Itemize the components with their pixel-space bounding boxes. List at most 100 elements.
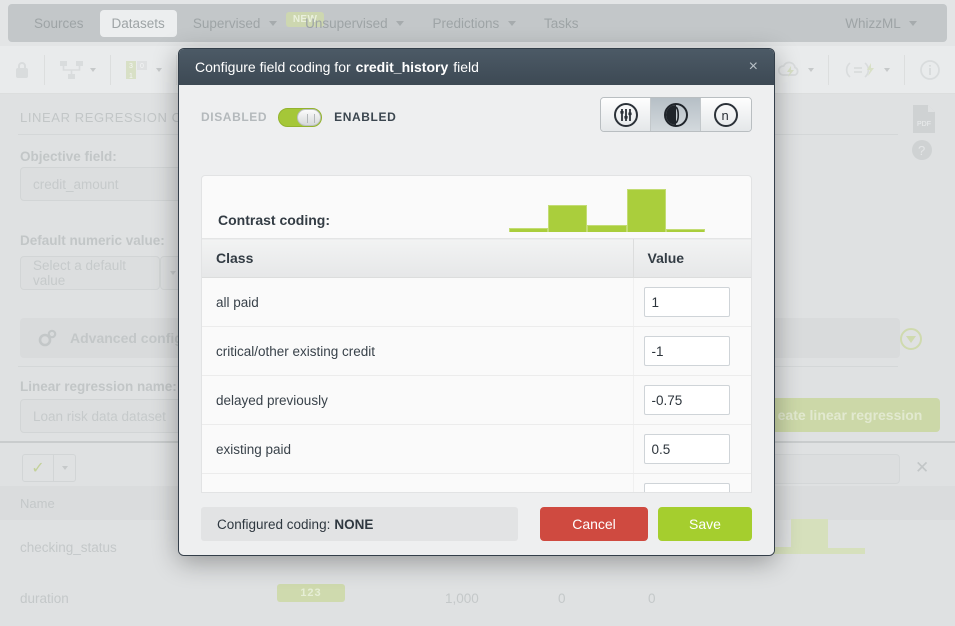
configured-coding-value: NONE [334,516,374,532]
nav-item-predictions[interactable]: Predictions [420,10,528,37]
coding-value-input[interactable] [643,434,730,464]
main-navbar: Sources Datasets Supervised NEW Unsuperv… [8,4,947,42]
chevron-down-icon [156,67,162,72]
gear-icon [36,328,60,348]
help-icon[interactable]: ? [911,139,933,166]
toolbar-split-group[interactable] [45,54,111,85]
row-count: 1,000 [445,591,479,606]
cancel-button[interactable]: Cancel [540,507,648,541]
class-name: critical/other existing credit [202,326,633,376]
lock-icon [14,61,30,79]
svg-text:3: 3 [129,63,133,70]
coding-value-input[interactable] [643,483,730,492]
regression-name-label: Linear regression name: [20,379,177,394]
dialog-body: DISABLED ENABLED n Contrast coding: Clas… [179,85,774,493]
dialog-title-prefix: Configure field coding for [195,59,351,75]
coding-value-input[interactable] [643,385,730,415]
nav-item-sources[interactable]: Sources [22,10,96,37]
default-numeric-input[interactable]: Select a default value [20,256,160,290]
dialog-title-suffix: field [453,59,479,75]
nav-item-datasets[interactable]: Datasets [99,9,177,37]
app-root: Sources Datasets Supervised NEW Unsuperv… [0,0,955,626]
column-header-class: Class [202,238,633,278]
chevron-down-icon [508,21,516,27]
column-header-name: Name [20,496,55,511]
other-coding-icon[interactable]: n [701,98,751,131]
chevron-down-icon [269,21,278,27]
toggle-disabled-label: DISABLED [201,110,268,124]
clear-search-icon[interactable]: ✕ [915,458,929,478]
dialog-footer: Configured coding: NONE Cancel Save [179,493,774,555]
toolbar-lock-group[interactable] [0,54,45,85]
select-all-dropdown[interactable] [54,454,76,482]
nav-item-unsupervised[interactable]: Unsupervised [293,10,416,37]
select-all-checkbox[interactable]: ✓ [22,454,54,482]
table-row: no credits/all paid [202,473,751,492]
dialog-title-field: credit_history [355,59,449,75]
objective-field-label: Objective field: [20,149,117,164]
nav-item-supervised[interactable]: Supervised NEW [181,10,325,37]
nav-item-whizzml[interactable]: WhizzML [833,10,929,37]
close-icon[interactable]: × [749,59,758,75]
row-missing: 0 [558,591,566,606]
toolbar-info-group[interactable] [905,55,955,85]
value-cell [632,277,751,327]
configure-field-coding-dialog: Configure field coding for credit_histor… [178,48,775,556]
toggle-knob [297,108,322,126]
svg-text:PDF: PDF [917,121,931,128]
coding-value-input[interactable] [643,287,730,317]
class-name: existing paid [202,424,633,474]
svg-text:?: ? [918,143,925,158]
svg-text:n: n [722,108,729,123]
save-button[interactable]: Save [658,507,752,541]
svg-text:1: 1 [129,73,133,80]
table-row: critical/other existing credit [202,326,751,376]
toolbar-batch-group[interactable] [829,54,905,85]
default-numeric-label: Default numeric value: [20,233,165,248]
value-cell [632,375,751,425]
panel-title: LINEAR REGRESSION CON [20,110,203,125]
coding-value-input[interactable] [643,336,730,366]
split-tree-icon [59,60,85,80]
chevron-down-icon [909,21,917,27]
class-distribution-histogram [509,182,706,232]
type-badge: 123 [277,584,345,602]
coding-card: Contrast coding: Class Value all paid 1 … [201,175,752,493]
card-top: Contrast coding: [202,176,751,238]
chevron-down-icon[interactable] [900,328,922,350]
column-header-value: Value [632,238,751,278]
contrast-coding-icon[interactable] [651,98,701,131]
table-header-row: Class Value [202,238,751,278]
class-name: delayed previously [202,375,633,425]
dummy-coding-icon[interactable] [601,98,651,131]
chevron-down-icon [396,21,405,27]
chevron-down-icon [90,67,96,72]
nav-label: Supervised [192,15,261,31]
class-name: no credits/all paid [202,473,633,492]
cloud-lightning-icon [777,60,803,80]
nav-label: Sources [34,15,84,31]
dialog-header: Configure field coding for credit_histor… [179,49,774,85]
nav-label: WhizzML [845,15,901,31]
value-cell [632,473,751,492]
nav-label: Unsupervised [305,15,388,31]
configured-coding-status: Configured coding: NONE [201,507,518,541]
number-boxes-icon: 3 0 1 [125,60,151,80]
pdf-icon[interactable]: PDF [911,104,937,139]
configured-coding-label: Configured coding: [217,516,331,532]
toolbar-sample-group[interactable]: 3 0 1 [111,54,177,85]
nav-item-tasks[interactable]: Tasks [532,10,591,37]
value-cell [632,424,751,474]
info-icon [919,59,941,81]
nav-label: Predictions [432,15,500,31]
row-name: duration [20,591,69,606]
nav-label: Datasets [111,15,165,31]
row-name: checking_status [20,540,117,555]
chevron-down-icon [170,271,176,275]
table-row: existing paid [202,424,751,474]
coding-enable-toggle[interactable] [278,107,323,127]
chevron-down-icon [808,67,814,72]
table-row: delayed previously [202,375,751,425]
nav-right-group: WhizzML [833,10,933,37]
create-linear-regression-button[interactable]: eate linear regression [760,398,940,432]
